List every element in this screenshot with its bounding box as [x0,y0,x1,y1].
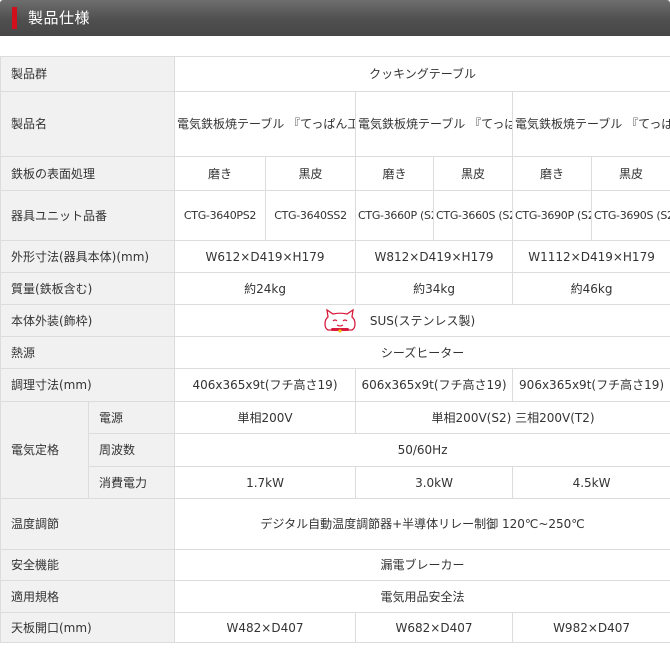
row-consumption: 消費電力 1.7kW 3.0kW 4.5kW [1,466,670,499]
value-cook: 406x365x9t(フチ高さ19) [174,368,357,402]
value-safety: 漏電ブレーカー [174,549,670,581]
value-cook: 606x365x9t(フチ高さ19) [355,368,514,402]
row-weight: 質量(鉄板含む) 約24kg 約34kg 約46kg [0,272,670,305]
value-cook: 906x365x9t(フチ高さ19) [512,368,670,402]
row-standard: 適用規格 電気用品安全法 [0,580,670,613]
row-group: 製品群 クッキングテーブル [0,56,670,92]
value-model: CTG-3640PS2 [174,190,267,241]
value-model: CTG-3660P (S2)又は(T2) [355,190,435,241]
value-group: クッキングテーブル [174,56,670,92]
page-title: 製品仕様 [28,9,91,27]
label-elec: 電気定格 [0,401,89,499]
value-surface: 磨き [512,156,593,191]
row-safety: 安全機能 漏電ブレーカー [0,549,670,581]
value-exterior: SUS(ステンレス製) [369,313,476,328]
label-model: 器具ユニット品番 [0,190,176,241]
label-heat: 熱源 [0,336,176,369]
value-dims: W1112×D419×H179 [512,240,670,273]
label-name: 製品名 [0,91,176,157]
value-dims: W612×D419×H179 [174,240,357,273]
maneki-neko-cat-icon [324,308,356,333]
value-surface: 黒皮 [433,156,514,191]
label-weight: 質量(鉄板含む) [0,272,176,305]
row-heat: 熱源 シーズヒーター [0,336,670,369]
row-dims: 外形寸法(器具本体)(mm) W612×D419×H179 W812×D419×… [0,240,670,273]
label-freq: 周波数 [87,433,176,467]
label-surface: 鉄板の表面処理 [0,156,176,191]
label-opening: 天板開口(mm) [0,612,176,643]
row-name: 製品名 電気鉄板焼テーブル 『てっぱん工房』2人掛け (器具ユニット) 電気鉄板… [0,91,670,157]
row-cook: 調理寸法(mm) 406x365x9t(フチ高さ19) 606x365x9t(フ… [0,368,670,402]
value-consumption: 3.0kW [355,466,514,499]
value-standard: 電気用品安全法 [174,580,670,613]
value-exterior-cell: SUS(ステンレス製) [174,304,670,337]
accent-bar [12,7,17,29]
row-exterior: 本体外装(飾枠) SUS(ステンレス製) [0,304,670,337]
label-group: 製品群 [0,56,176,92]
value-model: CTG-3690P (S2)又は(T2) [512,190,593,241]
value-power-src: 単相200V [174,401,357,434]
value-surface: 磨き [355,156,435,191]
value-heat: シーズヒーター [174,336,670,369]
label-exterior: 本体外装(飾枠) [0,304,176,337]
value-power-src: 単相200V(S2) 三相200V(T2) [355,401,670,434]
value-freq: 50/60Hz [174,433,670,467]
label-standard: 適用規格 [0,580,176,613]
label-safety: 安全機能 [0,549,176,581]
value-surface: 黒皮 [591,156,670,191]
value-opening: W982×D407 [512,612,670,643]
label-cook: 調理寸法(mm) [0,368,176,402]
value-name-6: 電気鉄板焼テーブル 『てっぱん工房』6人掛け (器具ユニット) [512,91,670,157]
value-surface: 磨き [174,156,267,191]
value-model: CTG-3640SS2 [265,190,357,241]
exterior-wrap: SUS(ステンレス製) [324,308,476,333]
value-model: CTG-3660S (S2)又は(T2) [433,190,514,241]
spec-header: 製品仕様 [0,0,670,36]
value-dims: W812×D419×H179 [355,240,514,273]
label-power-src: 電源 [87,401,176,434]
row-power-src: 電気定格 電源 単相200V 単相200V(S2) 三相200V(T2) [0,401,670,499]
value-temp: デジタル自動温度調節器+半導体リレー制御 120℃~250℃ [174,498,670,550]
value-opening: W482×D407 [174,612,357,643]
value-opening: W682×D407 [355,612,514,643]
row-surface: 鉄板の表面処理 磨き 黒皮 磨き 黒皮 磨き 黒皮 [0,156,670,191]
label-consumption: 消費電力 [87,466,176,499]
row-model: 器具ユニット品番 CTG-3640PS2 CTG-3640SS2 CTG-366… [0,190,670,241]
row-temp: 温度調節 デジタル自動温度調節器+半導体リレー制御 120℃~250℃ [0,498,670,550]
value-name-4: 電気鉄板焼テーブル 『てっぱん工房』4人掛け (器具ユニット) [355,91,514,157]
value-surface: 黒皮 [265,156,357,191]
value-consumption: 4.5kW [512,466,670,499]
row-opening: 天板開口(mm) W482×D407 W682×D407 W982×D407 [0,612,670,643]
value-weight: 約24kg [174,272,357,305]
value-consumption: 1.7kW [174,466,357,499]
row-freq: 周波数 50/60Hz [1,433,670,467]
label-dims: 外形寸法(器具本体)(mm) [0,240,176,273]
value-weight: 約46kg [512,272,670,305]
value-name-2: 電気鉄板焼テーブル 『てっぱん工房』2人掛け (器具ユニット) [174,91,357,157]
value-model: CTG-3690S (S2)又は(T2) [591,190,670,241]
value-weight: 約34kg [355,272,514,305]
spec-table: 製品群 クッキングテーブル 製品名 電気鉄板焼テーブル 『てっぱん工房』2人掛け… [0,56,670,643]
label-temp: 温度調節 [0,498,176,550]
